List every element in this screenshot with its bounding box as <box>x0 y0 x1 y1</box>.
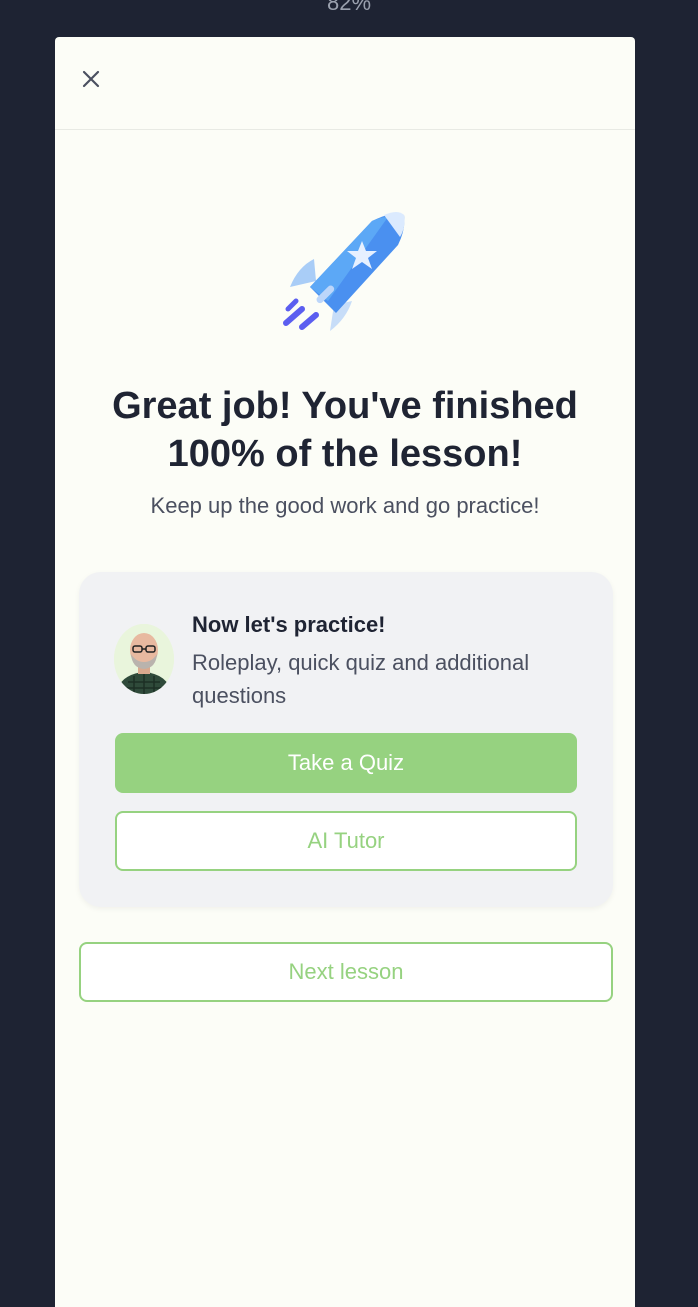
close-icon <box>82 70 100 88</box>
rocket-icon <box>280 209 410 339</box>
take-quiz-button[interactable]: Take a Quiz <box>115 733 577 793</box>
practice-card-description: Roleplay, quick quiz and additional ques… <box>192 650 530 708</box>
next-lesson-button[interactable]: Next lesson <box>79 942 613 1002</box>
close-button[interactable] <box>77 65 105 93</box>
tutor-avatar <box>114 624 174 694</box>
completion-headline: Great job! You've finished 100% of the l… <box>112 385 578 475</box>
completion-subline: Keep up the good work and go practice! <box>150 493 540 518</box>
ai-tutor-button[interactable]: AI Tutor <box>115 811 577 871</box>
progress-percentage: 82% <box>326 0 372 15</box>
practice-card: Now let's practice! Roleplay, quick quiz… <box>79 572 613 907</box>
practice-card-title: Now let's practice! <box>192 612 386 637</box>
modal-header <box>55 37 635 130</box>
lesson-complete-modal: Great job! You've finished 100% of the l… <box>55 37 635 1307</box>
